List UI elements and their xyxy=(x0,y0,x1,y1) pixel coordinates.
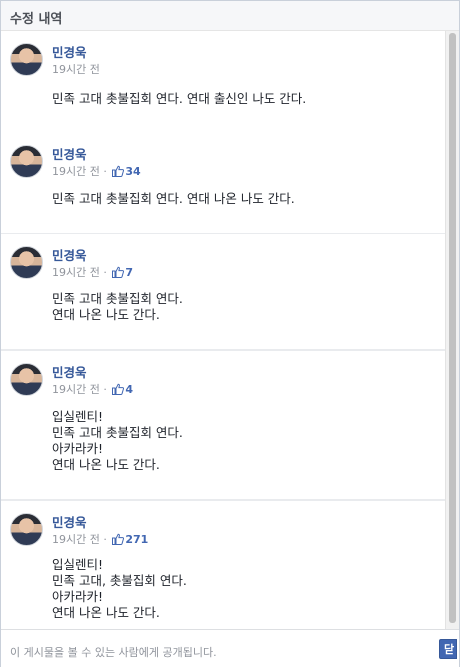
author-name[interactable]: 민경욱 xyxy=(52,512,87,531)
post-text-line: 민족 고대 촛불집회 연다. xyxy=(52,291,183,306)
post-text-line: 연대 나온 나도 간다. xyxy=(52,307,160,322)
like-count[interactable]: 34 xyxy=(112,165,141,178)
post-text-line: 연대 나온 나도 간다. xyxy=(52,457,160,472)
history-entry: 민경욱 19시간 전 · 7 민족 고대 촛불집회 연다. 연대 나온 나도 간… xyxy=(1,234,447,349)
post-time: 19시간 전 · 34 xyxy=(52,163,141,179)
post-text: 입실렌티! 민족 고대 촛불집회 연다. 아카라카! 연대 나온 나도 간다. xyxy=(52,409,183,473)
author-name[interactable]: 민경욱 xyxy=(52,245,87,264)
scrollbar-thumb[interactable] xyxy=(449,33,456,623)
history-entry: 민경욱 19시간 전 · 4 입실렌티! 민족 고대 촛불집회 연다. 아카라카… xyxy=(1,351,447,499)
post-text-line: 민족 고대 촛불집회 연다. xyxy=(52,425,183,440)
avatar[interactable] xyxy=(10,363,43,396)
dialog-title: 수정 내역 xyxy=(10,12,63,27)
like-count-value: 7 xyxy=(125,266,134,279)
post-text: 민족 고대 촛불집회 연다. 연대 출신인 나도 간다. xyxy=(52,91,306,107)
like-count-value: 4 xyxy=(125,383,134,396)
post-text-line: 연대 나온 나도 간다. xyxy=(52,605,160,620)
thumbs-up-icon xyxy=(112,383,125,395)
dialog-header: 수정 내역 xyxy=(1,1,459,31)
history-entry: 민경욱 19시간 전 · 34 민족 고대 촛불집회 연다. 연대 나온 나도 … xyxy=(1,133,447,233)
history-entry: 민경욱 19시간 전 · 271 입실렌티! 민족 고대, 촛불집회 연다. 아… xyxy=(1,501,447,629)
post-time: 19시간 전 · 4 xyxy=(52,381,133,397)
avatar[interactable] xyxy=(10,513,43,546)
audience-notice: 이 게시물을 볼 수 있는 사람에게 공개됩니다. xyxy=(10,646,217,659)
post-text-line: 민족 고대, 촛불집회 연다. xyxy=(52,573,187,588)
timestamp[interactable]: 19시간 전 xyxy=(52,63,100,76)
post-time: 19시간 전 xyxy=(52,61,100,77)
like-count-value: 34 xyxy=(125,165,141,178)
like-count-value: 271 xyxy=(125,533,149,546)
author-name[interactable]: 민경욱 xyxy=(52,362,87,381)
post-text: 민족 고대 촛불집회 연다. 연대 나온 나도 간다. xyxy=(52,191,295,207)
dialog-footer: 이 게시물을 볼 수 있는 사람에게 공개됩니다. 닫 xyxy=(1,629,459,668)
post-text-line: 아카라카! xyxy=(52,441,104,456)
like-count[interactable]: 271 xyxy=(112,533,148,546)
edit-history-dialog: 수정 내역 민경욱 19시간 전 민족 고대 촛불집회 연다. 연대 출신인 나… xyxy=(0,0,460,668)
timestamp[interactable]: 19시간 전 · xyxy=(52,383,107,396)
post-text-line: 민족 고대 촛불집회 연다. 연대 나온 나도 간다. xyxy=(52,191,295,206)
post-text-line: 아카라카! xyxy=(52,589,104,604)
avatar[interactable] xyxy=(10,246,43,279)
like-count[interactable]: 4 xyxy=(112,383,133,396)
timestamp[interactable]: 19시간 전 · xyxy=(52,165,107,178)
history-entry: 민경욱 19시간 전 민족 고대 촛불집회 연다. 연대 출신인 나도 간다. xyxy=(1,31,447,133)
post-text: 민족 고대 촛불집회 연다. 연대 나온 나도 간다. xyxy=(52,291,183,323)
avatar[interactable] xyxy=(10,43,43,76)
scrollbar[interactable] xyxy=(445,31,459,629)
timestamp[interactable]: 19시간 전 · xyxy=(52,266,107,279)
thumbs-up-icon xyxy=(112,533,125,545)
author-name[interactable]: 민경욱 xyxy=(52,144,87,163)
close-button[interactable]: 닫 xyxy=(439,639,457,659)
author-name[interactable]: 민경욱 xyxy=(52,42,87,61)
avatar[interactable] xyxy=(10,145,43,178)
post-text-line: 민족 고대 촛불집회 연다. 연대 출신인 나도 간다. xyxy=(52,91,307,106)
post-time: 19시간 전 · 7 xyxy=(52,264,133,280)
post-text: 입실렌티! 민족 고대, 촛불집회 연다. 아카라카! 연대 나온 나도 간다. xyxy=(52,557,187,621)
thumbs-up-icon xyxy=(112,266,125,278)
thumbs-up-icon xyxy=(112,165,125,177)
post-text-line: 입실렌티! xyxy=(52,557,104,572)
like-count[interactable]: 7 xyxy=(112,266,133,279)
timestamp[interactable]: 19시간 전 · xyxy=(52,533,107,546)
post-time: 19시간 전 · 271 xyxy=(52,531,148,547)
post-text-line: 입실렌티! xyxy=(52,409,104,424)
